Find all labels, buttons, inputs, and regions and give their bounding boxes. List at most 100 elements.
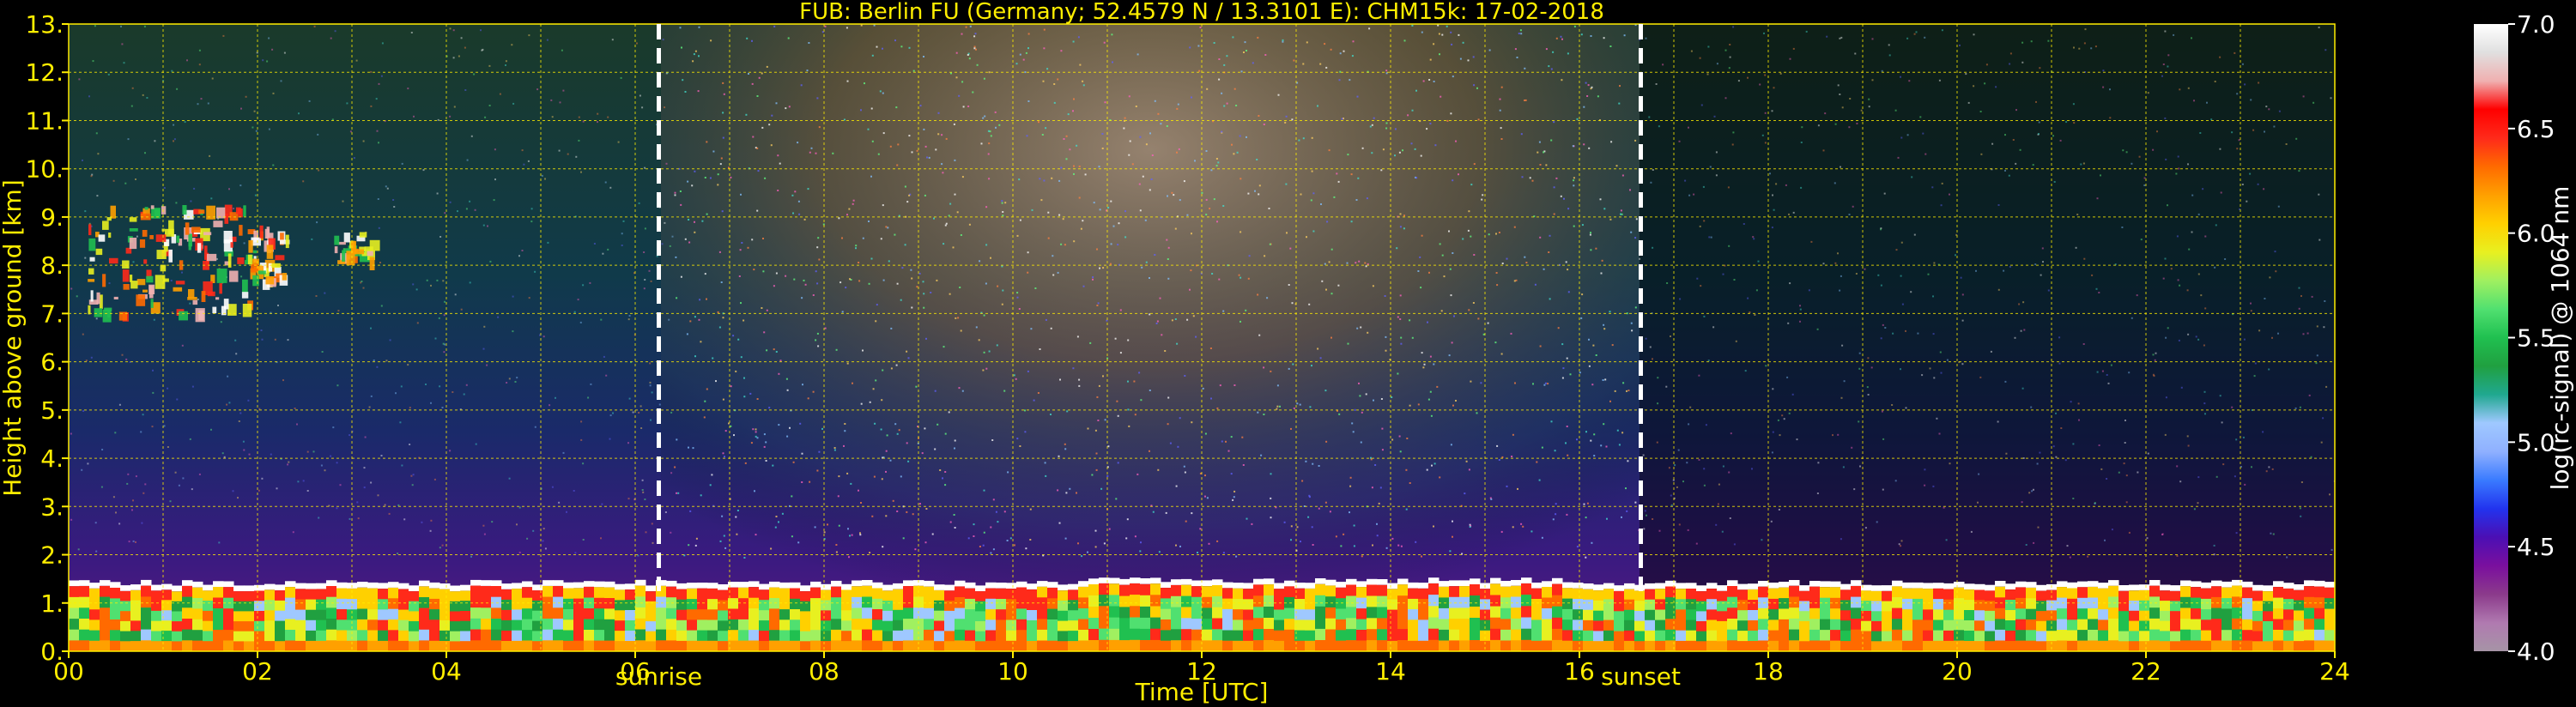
noise-dot <box>1698 458 1700 461</box>
boundary-layer-band <box>1686 630 1697 642</box>
boundary-layer-band <box>409 621 420 632</box>
noise-dot <box>392 199 395 201</box>
noise-dot <box>755 435 757 438</box>
noise-dot <box>740 356 742 359</box>
boundary-layer-band <box>1470 595 1481 607</box>
noise-dot <box>313 25 316 27</box>
boundary-layer-band <box>2036 631 2047 642</box>
noise-dot <box>758 76 761 79</box>
noise-dot <box>312 450 315 453</box>
noise-dot <box>1290 525 1293 528</box>
noise-dot <box>722 452 724 455</box>
noise-dot <box>719 163 722 166</box>
boundary-layer-edge <box>872 582 883 589</box>
boundary-layer-band <box>2108 629 2119 641</box>
noise-dot <box>2213 544 2215 547</box>
noise-dot <box>852 382 853 384</box>
boundary-layer-edge <box>2180 580 2191 587</box>
noise-dot <box>128 541 130 543</box>
noise-dot <box>1119 352 1122 354</box>
noise-dot <box>918 272 921 275</box>
boundary-layer-band <box>749 608 760 620</box>
noise-dot <box>2250 302 2252 305</box>
boundary-layer-band <box>1943 640 1955 651</box>
noise-dot <box>1145 261 1148 263</box>
noise-dot <box>1910 291 1912 293</box>
noise-dot <box>887 227 889 229</box>
boundary-layer-edge <box>542 580 554 586</box>
noise-dot <box>115 511 117 514</box>
boundary-layer-band <box>749 630 760 642</box>
noise-dot <box>765 460 767 462</box>
boundary-layer-band <box>1624 619 1635 631</box>
noise-dot <box>1124 210 1126 213</box>
noise-dot <box>882 369 884 372</box>
noise-dot <box>901 267 904 269</box>
boundary-layer-band <box>1645 589 1656 601</box>
noise-dot <box>1045 474 1047 477</box>
noise-dot <box>81 468 83 471</box>
boundary-layer-band <box>357 587 368 599</box>
boundary-layer-band <box>419 629 430 641</box>
boundary-layer-band <box>1943 630 1955 642</box>
boundary-layer-band <box>1531 588 1543 600</box>
boundary-layer-band <box>790 630 801 642</box>
boundary-layer-edge <box>821 583 832 590</box>
noise-dot <box>175 202 178 204</box>
noise-dot <box>1044 462 1046 464</box>
noise-dot <box>2272 533 2275 535</box>
noise-dot <box>1427 321 1428 323</box>
boundary-layer-band <box>1181 595 1192 607</box>
noise-dot <box>1728 67 1730 69</box>
boundary-layer-band <box>646 621 657 632</box>
noise-dot <box>1414 148 1416 150</box>
noise-dot <box>233 208 235 210</box>
boundary-layer-band <box>1603 609 1615 621</box>
noise-dot <box>1611 344 1614 347</box>
boundary-layer-edge <box>1758 581 1769 587</box>
boundary-layer-band <box>1573 609 1584 620</box>
boundary-layer-band <box>573 608 585 620</box>
boundary-layer-band <box>1377 584 1388 597</box>
boundary-layer-edge <box>1645 583 1656 589</box>
boundary-layer-edge <box>2057 581 2068 588</box>
noise-dot <box>491 521 494 523</box>
noise-dot <box>473 73 476 76</box>
noise-dot <box>1553 186 1555 189</box>
boundary-layer-band <box>872 630 883 642</box>
noise-dot <box>1285 115 1288 118</box>
noise-dot <box>261 338 264 341</box>
noise-dot <box>1621 516 1622 518</box>
noise-dot <box>936 279 938 281</box>
noise-dot <box>797 200 800 202</box>
noise-dot <box>2015 109 2017 112</box>
noise-dot <box>1623 34 1626 37</box>
boundary-layer-band <box>2201 630 2212 642</box>
noise-dot <box>237 497 239 499</box>
noise-dot <box>778 372 780 375</box>
noise-dot <box>527 160 530 162</box>
noise-dot <box>542 540 544 542</box>
cirrus-cloud-patch <box>175 281 185 285</box>
noise-dot <box>1737 80 1740 82</box>
noise-dot <box>1591 541 1593 544</box>
noise-dot <box>806 69 809 72</box>
noise-dot <box>1209 208 1211 210</box>
noise-dot <box>1324 390 1327 392</box>
noise-dot <box>1561 38 1563 40</box>
boundary-layer-band <box>110 608 121 620</box>
noise-dot <box>1670 504 1673 506</box>
noise-dot <box>895 364 898 366</box>
noise-dot <box>973 45 976 48</box>
boundary-layer-band <box>192 640 203 651</box>
noise-dot <box>280 80 282 82</box>
noise-dot <box>1099 208 1101 211</box>
noise-dot <box>1128 154 1130 156</box>
noise-dot <box>1580 317 1583 319</box>
boundary-layer-band <box>2098 599 2109 610</box>
noise-dot <box>1300 541 1301 543</box>
noise-dot <box>1565 261 1567 263</box>
boundary-layer-band <box>2149 585 2161 597</box>
noise-dot <box>2204 413 2206 415</box>
boundary-layer-edge <box>893 583 904 589</box>
